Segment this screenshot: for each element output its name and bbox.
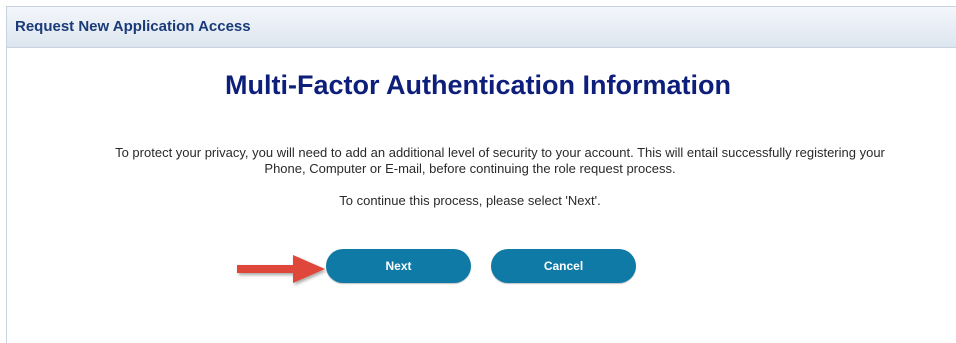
red-arrow-icon <box>237 255 325 283</box>
page-title: Multi-Factor Authentication Information <box>225 70 731 100</box>
panel-title: Request New Application Access <box>15 18 251 35</box>
privacy-text-line1: To protect your privacy, you will need t… <box>115 145 885 160</box>
privacy-text-line2: Phone, Computer or E-mail, before contin… <box>264 161 676 176</box>
instruction-text: To continue this process, please select … <box>339 193 601 208</box>
cancel-button[interactable]: Cancel <box>491 249 636 283</box>
panel-header: Request New Application Access <box>7 7 956 48</box>
next-button[interactable]: Next <box>326 249 471 283</box>
